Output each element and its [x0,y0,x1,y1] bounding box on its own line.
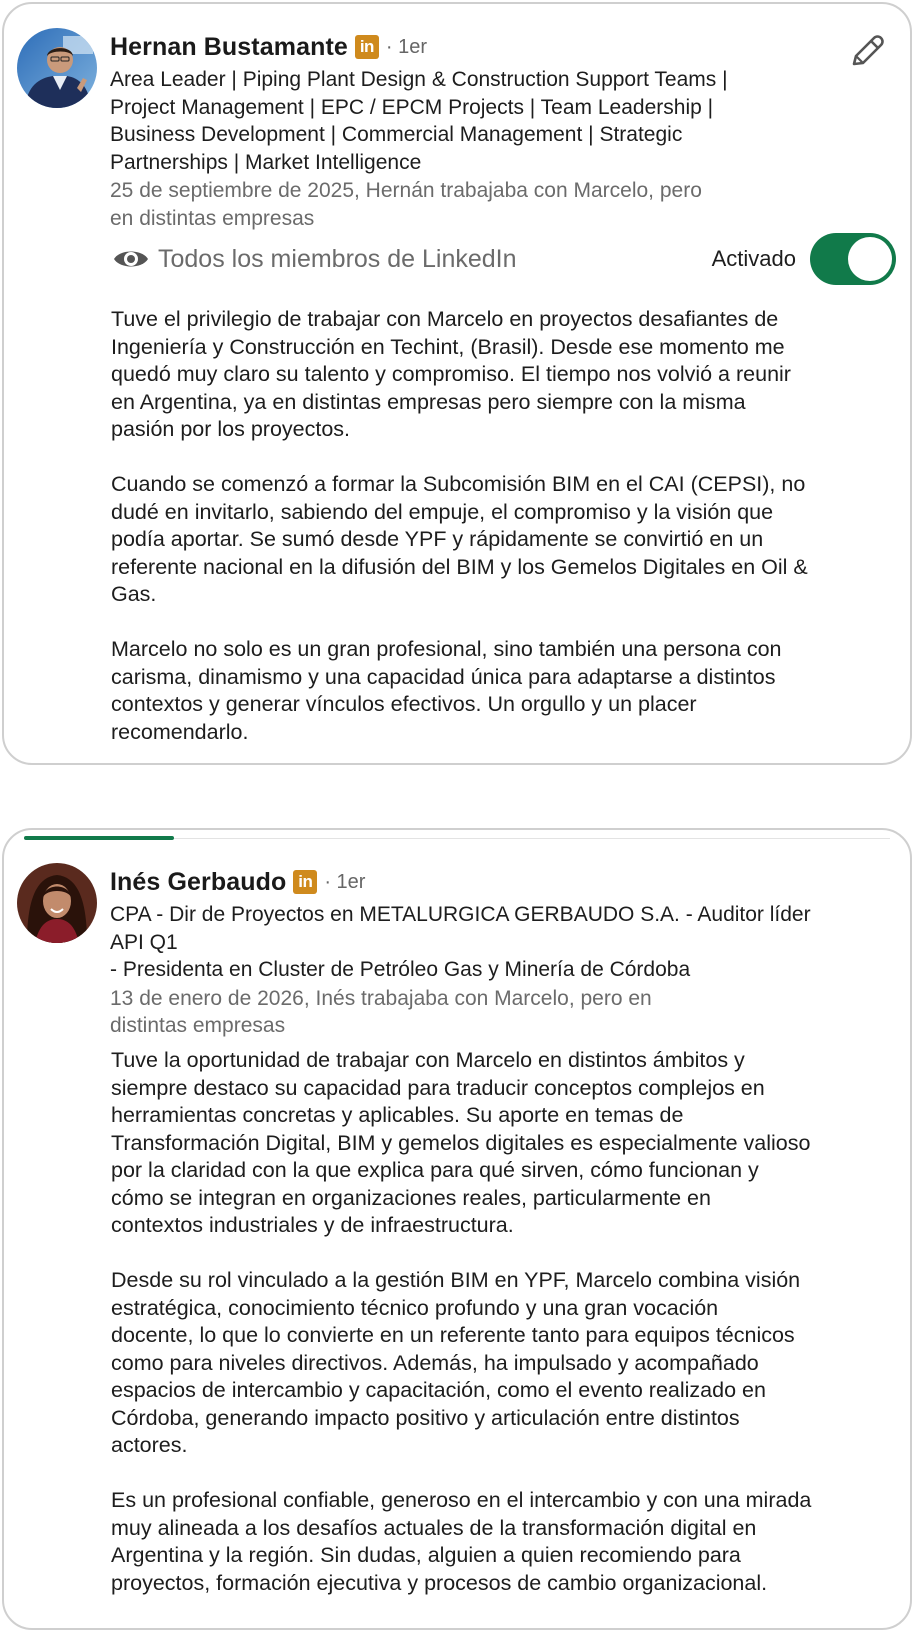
visibility-toggle[interactable] [810,233,896,285]
toggle-label: Activado [711,246,796,271]
recommendation-date-relationship: 13 de enero de 2026, Inés trabajaba con … [110,986,652,1038]
recommendation-paragraph: Tuve el privilegio de trabajar con Marce… [111,307,791,441]
avatar[interactable] [17,863,97,943]
connection-degree: · 1er [324,870,366,893]
recommender-headline: Area Leader | Piping Plant Design & Cons… [110,68,728,174]
recommendation-card: Inés Gerbaudo in · 1er CPA - Dir de Proy… [2,828,912,1630]
recommendation-text: Tuve el privilegio de trabajar con Marce… [111,306,892,746]
eye-icon [114,251,148,267]
pencil-icon[interactable] [848,32,886,70]
toggle-knob [848,237,892,281]
recommendation-card: Hernan Bustamante in · 1er Area Leader |… [2,2,912,765]
recommendation-date-relationship: 25 de septiembre de 2025, Hernán trabaja… [110,179,702,230]
recommender-name[interactable]: Inés Gerbaudo [110,868,286,897]
recommendation-text: Tuve la oportunidad de trabajar con Marc… [111,1047,892,1597]
recommendation-paragraph: Es un profesional confiable, generoso en… [111,1488,812,1595]
linkedin-icon: in [354,35,379,59]
linkedin-icon: in [293,870,318,894]
tab-indicator [24,836,174,840]
avatar[interactable] [17,28,97,108]
recommender-headline: CPA - Dir de Proyectos en METALURGICA GE… [110,903,811,981]
recommender-name[interactable]: Hernan Bustamante [110,33,348,62]
connection-degree: · 1er [385,35,427,58]
visibility-row: Todos los miembros de LinkedIn Activado [112,233,896,285]
recommendation-paragraph: Cuando se comenzó a formar la Subcomisió… [111,472,808,606]
recommendation-paragraph: Desde su rol vinculado a la gestión BIM … [111,1268,801,1457]
visibility-label: Todos los miembros de LinkedIn [158,244,517,273]
recommendation-paragraph: Marcelo no solo es un gran profesional, … [111,637,782,744]
recommendation-paragraph: Tuve la oportunidad de trabajar con Marc… [111,1048,811,1237]
